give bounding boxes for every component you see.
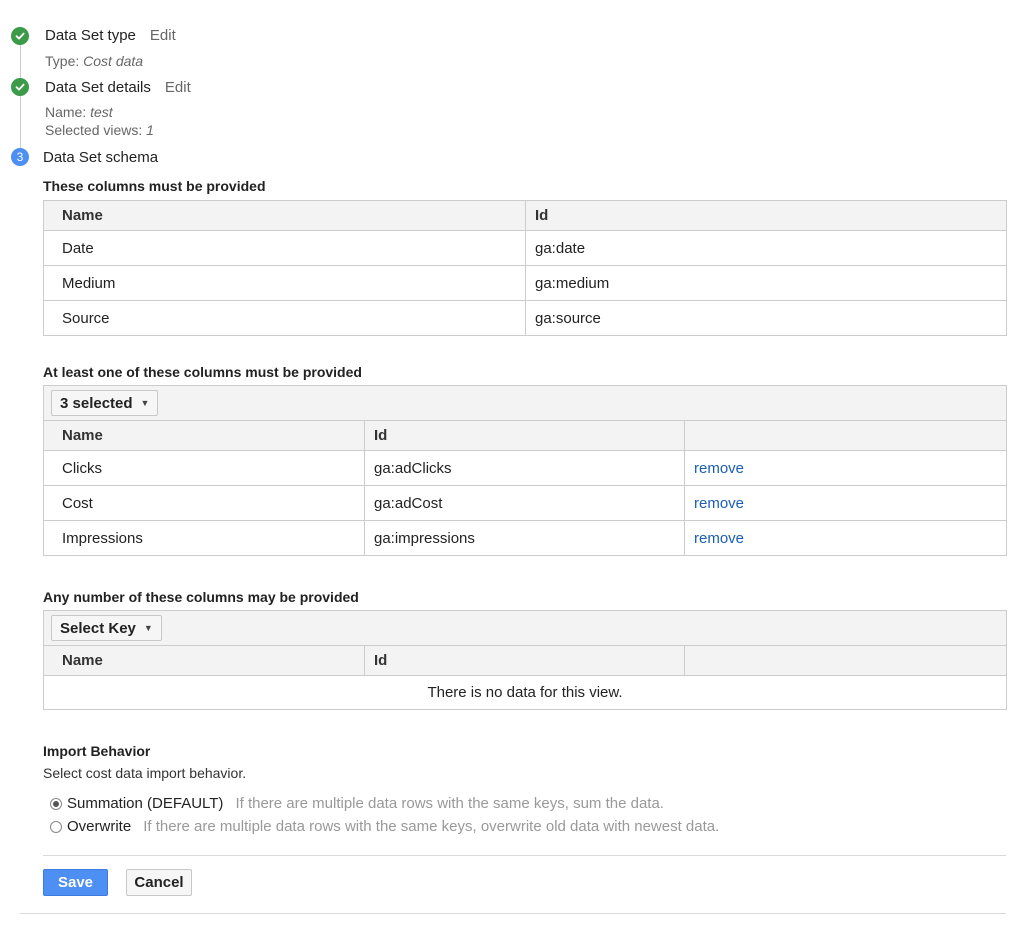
table-row: There is no data for this view. xyxy=(42,675,1008,710)
check-icon xyxy=(11,27,29,45)
table-toolbar: Select Key ▼ xyxy=(42,610,1008,646)
summary-label: Type: xyxy=(45,53,84,69)
radio-selected-icon[interactable] xyxy=(50,797,62,810)
table-row: Impressions ga:impressions remove xyxy=(43,520,1008,556)
radio-unselected-icon[interactable] xyxy=(50,820,62,833)
remove-link[interactable]: remove xyxy=(683,450,1008,486)
edit-link[interactable]: Edit xyxy=(150,27,176,44)
cell-name: Impressions xyxy=(43,520,365,556)
radio-option-summation[interactable]: Summation (DEFAULT) If there are multipl… xyxy=(50,795,664,812)
summary-value: 1 xyxy=(146,122,154,138)
radio-description: If there are multiple data rows with the… xyxy=(143,818,720,835)
cell-name: Source xyxy=(43,300,526,336)
section-title: Import Behavior xyxy=(43,743,151,759)
column-header: Id xyxy=(525,200,1007,231)
columns-dropdown[interactable]: 3 selected ▼ xyxy=(51,390,159,416)
radio-description: If there are multiple data rows with the… xyxy=(235,795,664,812)
select-key-dropdown[interactable]: Select Key ▼ xyxy=(51,615,162,641)
any-number-table: Select Key ▼ Name Id There is no data for… xyxy=(42,610,1008,710)
required-columns-table: Name Id Date ga:date Medium ga:medium So… xyxy=(43,200,1007,336)
column-header xyxy=(683,645,1008,676)
step-title: Data Set schema xyxy=(43,149,159,166)
table-row: Medium ga:medium xyxy=(43,265,1007,301)
column-header: Name xyxy=(43,200,526,231)
radio-option-overwrite[interactable]: Overwrite If there are multiple data row… xyxy=(50,818,719,835)
step-number-badge: 3 xyxy=(11,148,29,166)
cell-id: ga:adClicks xyxy=(364,450,685,486)
step-1-header: Data Set type Edit xyxy=(45,27,176,45)
stepper-connector xyxy=(20,44,21,78)
column-header: Id xyxy=(364,645,685,676)
cancel-button[interactable]: Cancel xyxy=(126,869,192,896)
column-header xyxy=(683,420,1008,451)
dropdown-label: 3 selected xyxy=(60,394,133,412)
check-icon xyxy=(11,78,29,96)
divider xyxy=(43,855,1006,856)
column-header: Name xyxy=(43,645,365,676)
empty-state-text: There is no data for this view. xyxy=(42,675,1008,710)
cell-id: ga:source xyxy=(525,300,1007,336)
column-header: Id xyxy=(364,420,685,451)
table-row: Cost ga:adCost remove xyxy=(43,485,1008,521)
section-subtitle: Select cost data import behavior. xyxy=(43,765,247,781)
cell-id: ga:medium xyxy=(525,265,1007,301)
save-button[interactable]: Save xyxy=(43,869,108,896)
cell-id: ga:impressions xyxy=(364,520,685,556)
table-row: Clicks ga:adClicks remove xyxy=(43,450,1008,486)
step-2-header: Data Set details Edit xyxy=(45,79,191,97)
step-title: Data Set type xyxy=(45,27,136,44)
cell-id: ga:adCost xyxy=(364,485,685,521)
at-least-one-table: 3 selected ▼ Name Id Clicks ga:adClicks r… xyxy=(42,385,1008,556)
cell-id: ga:date xyxy=(525,230,1007,266)
summary-label: Name: xyxy=(45,104,91,120)
table-row: Date ga:date xyxy=(43,230,1007,266)
radio-label: Summation (DEFAULT) xyxy=(67,795,224,812)
section-title: At least one of these columns must be pr… xyxy=(43,364,362,380)
caret-down-icon: ▼ xyxy=(143,623,153,633)
summary-value: Cost data xyxy=(83,53,144,69)
cell-name: Clicks xyxy=(43,450,365,486)
remove-link[interactable]: remove xyxy=(683,485,1008,521)
radio-label: Overwrite xyxy=(67,818,132,835)
divider xyxy=(20,913,1006,914)
cell-name: Medium xyxy=(43,265,526,301)
table-row: Source ga:source xyxy=(43,300,1007,336)
stepper-connector xyxy=(20,96,21,148)
table-toolbar: 3 selected ▼ xyxy=(42,385,1008,421)
step-2-summary: Name: test Selected views: 1 xyxy=(45,103,154,139)
step-title: Data Set details xyxy=(45,79,151,96)
section-title: These columns must be provided xyxy=(43,178,266,194)
summary-value: test xyxy=(90,104,113,120)
column-header: Name xyxy=(43,420,365,451)
cell-name: Cost xyxy=(43,485,365,521)
dropdown-label: Select Key xyxy=(60,619,136,637)
edit-link[interactable]: Edit xyxy=(165,79,191,96)
step-1-summary: Type: Cost data xyxy=(45,52,143,70)
remove-link[interactable]: remove xyxy=(683,520,1008,556)
caret-down-icon: ▼ xyxy=(140,398,150,408)
summary-label: Selected views: xyxy=(45,122,147,138)
section-title: Any number of these columns may be provi… xyxy=(43,589,359,605)
cell-name: Date xyxy=(43,230,526,266)
